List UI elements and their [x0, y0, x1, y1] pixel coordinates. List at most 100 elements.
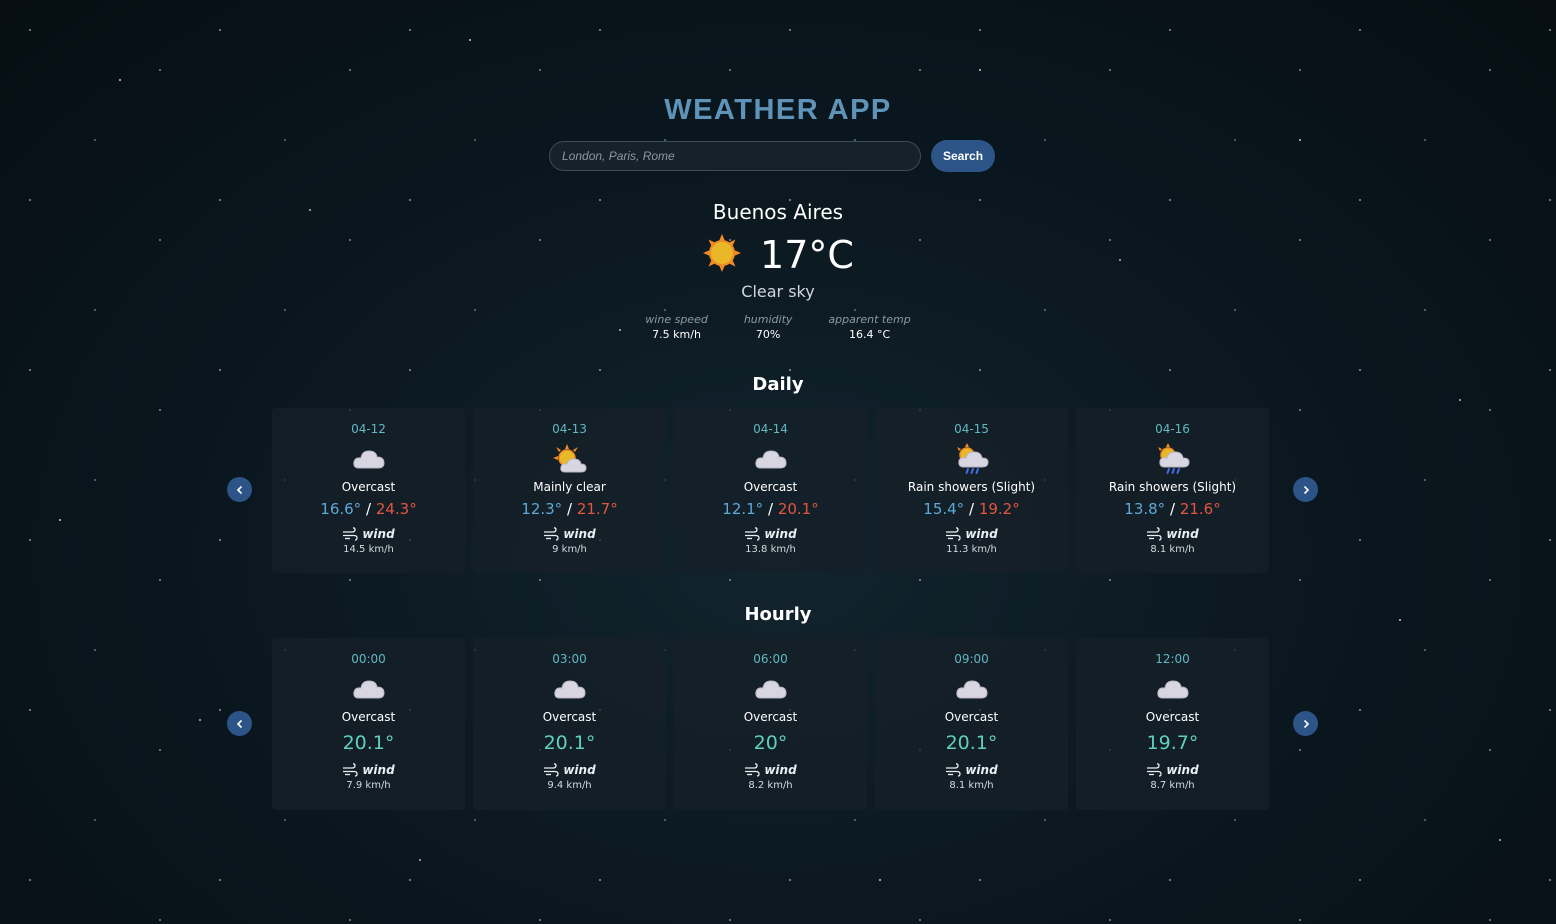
max-temp: 21.7°: [576, 500, 618, 518]
wind-row: wind: [875, 525, 1068, 543]
wind-speed: 8.1 km/h: [1150, 544, 1195, 555]
cloud-icon: [473, 674, 666, 704]
daily-condition: Overcast: [341, 480, 396, 494]
wind-speed: 14.5 km/h: [343, 544, 394, 555]
hourly-temp: 20°: [753, 732, 788, 754]
wind-row: wind: [1076, 525, 1269, 543]
daily-temps: 12.1° / 20.1°: [674, 500, 867, 522]
current-weather: Buenos Aires 17°C Clear sky wine speed 7…: [0, 200, 1556, 341]
wind-label: wind: [1166, 763, 1199, 777]
daily-condition: Rain showers (Slight): [1108, 480, 1237, 494]
wind-speed: 9.4 km/h: [547, 780, 592, 791]
current-temperature-row: 17°C: [0, 232, 1556, 278]
daily-condition: Overcast: [743, 480, 798, 494]
wind-icon: [1147, 763, 1162, 777]
daily-temps: 12.3° / 21.7°: [473, 500, 666, 522]
city-name: Buenos Aires: [712, 200, 844, 224]
wind-speed: 11.3 km/h: [946, 544, 997, 555]
wind-speed: 8.2 km/h: [748, 780, 793, 791]
daily-card: 04-14 Overcast 12.1° / 20.1° wind 13.8 k…: [674, 408, 867, 573]
hourly-card: 09:00 Overcast 20.1° wind 8.1 km/h: [875, 638, 1068, 810]
wind-label: wind: [362, 763, 395, 777]
wind-speed-stat: wine speed 7.5 km/h: [645, 313, 708, 341]
wind-icon: [745, 527, 760, 541]
wind-speed: 8.7 km/h: [1150, 780, 1195, 791]
hourly-temp: 20.1°: [945, 732, 998, 754]
daily-date: 04-16: [1155, 422, 1190, 436]
search-button[interactable]: Search: [931, 140, 996, 172]
hourly-temp: 19.7°: [1146, 732, 1199, 754]
wind-icon: [946, 527, 961, 541]
daily-card: 04-15 Rain showers (Slight) 15.4° / 19.2…: [875, 408, 1068, 573]
temp-separator: /: [968, 500, 975, 518]
wind-label: wind: [764, 763, 797, 777]
max-temp: 19.2°: [978, 500, 1020, 518]
hourly-time: 03:00: [552, 652, 587, 666]
cloud-icon: [875, 674, 1068, 704]
wind-icon: [1147, 527, 1162, 541]
sun-rain-icon: [875, 443, 1068, 474]
wind-label: wind: [764, 527, 797, 541]
cloud-icon: [272, 444, 465, 474]
wind-label: wind: [1166, 527, 1199, 541]
wind-row: wind: [674, 525, 867, 543]
temp-separator: /: [1169, 500, 1176, 518]
sun-rain-icon: [1076, 443, 1269, 474]
search-input[interactable]: [549, 141, 921, 171]
hourly-prev-button[interactable]: [227, 711, 252, 736]
temp-separator: /: [365, 500, 372, 518]
daily-condition: Rain showers (Slight): [907, 480, 1036, 494]
hourly-temp: 20.1°: [342, 732, 395, 754]
wind-speed: 9 km/h: [552, 544, 587, 555]
wind-speed: 8.1 km/h: [949, 780, 994, 791]
daily-card: 04-12 Overcast 16.6° / 24.3° wind 14.5 k…: [272, 408, 465, 573]
hourly-time: 06:00: [753, 652, 788, 666]
app-title: WEATHER APP: [664, 94, 892, 126]
hourly-card: 00:00 Overcast 20.1° wind 7.9 km/h: [272, 638, 465, 810]
search-bar: Search: [549, 140, 996, 172]
chevron-left-icon: [236, 485, 242, 494]
wind-row: wind: [473, 761, 666, 779]
hourly-card: 06:00 Overcast 20° wind 8.2 km/h: [674, 638, 867, 810]
daily-next-button[interactable]: [1293, 477, 1318, 502]
hourly-time: 00:00: [351, 652, 386, 666]
temp-separator: /: [566, 500, 573, 518]
temp-separator: /: [767, 500, 774, 518]
wind-icon: [343, 527, 358, 541]
current-temperature: 17°C: [760, 233, 854, 277]
current-condition: Clear sky: [741, 282, 815, 301]
hourly-card: 12:00 Overcast 19.7° wind 8.7 km/h: [1076, 638, 1269, 810]
cloud-icon: [674, 444, 867, 474]
wind-icon: [544, 527, 559, 541]
hourly-time: 12:00: [1155, 652, 1190, 666]
daily-forecast-row: 04-12 Overcast 16.6° / 24.3° wind 14.5 k…: [272, 408, 1269, 573]
chevron-right-icon: [1303, 719, 1309, 728]
daily-date: 04-12: [351, 422, 386, 436]
min-temp: 13.8°: [1124, 500, 1166, 518]
hourly-condition: Overcast: [1145, 710, 1200, 724]
sun-cloud-icon: [473, 444, 666, 474]
daily-card: 04-16 Rain showers (Slight) 13.8° / 21.6…: [1076, 408, 1269, 573]
stat-value: 7.5 km/h: [652, 328, 701, 341]
hourly-condition: Overcast: [341, 710, 396, 724]
humidity-stat: humidity 70%: [744, 313, 793, 341]
max-temp: 20.1°: [777, 500, 819, 518]
stat-label: humidity: [743, 313, 793, 326]
wind-label: wind: [563, 527, 596, 541]
stat-value: 16.4 °C: [848, 328, 891, 341]
hourly-card: 03:00 Overcast 20.1° wind 9.4 km/h: [473, 638, 666, 810]
wind-icon: [343, 763, 358, 777]
hourly-condition: Overcast: [743, 710, 798, 724]
wind-row: wind: [674, 761, 867, 779]
hourly-time: 09:00: [954, 652, 989, 666]
wind-row: wind: [272, 525, 465, 543]
daily-date: 04-13: [552, 422, 587, 436]
wind-speed: 13.8 km/h: [745, 544, 796, 555]
daily-temps: 15.4° / 19.2°: [875, 500, 1068, 522]
wind-label: wind: [563, 763, 596, 777]
daily-prev-button[interactable]: [227, 477, 252, 502]
cloud-icon: [1076, 674, 1269, 704]
hourly-condition: Overcast: [944, 710, 999, 724]
wind-icon: [745, 763, 760, 777]
hourly-next-button[interactable]: [1293, 711, 1318, 736]
